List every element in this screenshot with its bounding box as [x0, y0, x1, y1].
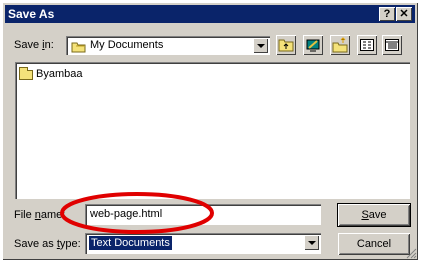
save-in-dropdown[interactable]: My Documents	[66, 36, 270, 55]
list-icon	[360, 39, 374, 51]
file-list[interactable]: Byambaa	[15, 62, 410, 199]
save-button[interactable]: Save	[337, 203, 411, 227]
create-new-folder-button[interactable]	[330, 35, 350, 55]
close-button[interactable]: ✕	[396, 7, 412, 21]
save-as-type-value: Text Documents	[89, 236, 172, 250]
desktop-button[interactable]	[303, 35, 323, 55]
up-folder-icon	[278, 39, 294, 52]
cancel-button[interactable]: Cancel	[338, 233, 410, 255]
new-folder-icon	[332, 37, 348, 53]
folder-icon	[71, 41, 86, 56]
save-in-value: My Documents	[90, 39, 164, 51]
chevron-down-icon[interactable]	[304, 235, 319, 250]
window-title: Save As	[8, 7, 55, 21]
list-view-button[interactable]	[357, 35, 377, 55]
up-one-level-button[interactable]	[276, 35, 296, 55]
resize-grip[interactable]	[405, 247, 417, 259]
details-icon	[385, 39, 399, 51]
help-button[interactable]: ?	[379, 7, 395, 21]
details-view-button[interactable]	[382, 35, 402, 55]
save-in-label: Save in:	[14, 39, 54, 51]
save-as-type-dropdown[interactable]: Text Documents	[85, 233, 321, 254]
save-as-type-label: Save as type:	[14, 238, 81, 250]
folder-icon	[19, 67, 33, 80]
annotation-ellipse	[60, 192, 214, 234]
title-bar: Save As ? ✕	[5, 5, 415, 23]
file-name: Byambaa	[36, 68, 83, 80]
desktop-icon	[306, 39, 320, 52]
chevron-down-icon[interactable]	[253, 38, 268, 53]
